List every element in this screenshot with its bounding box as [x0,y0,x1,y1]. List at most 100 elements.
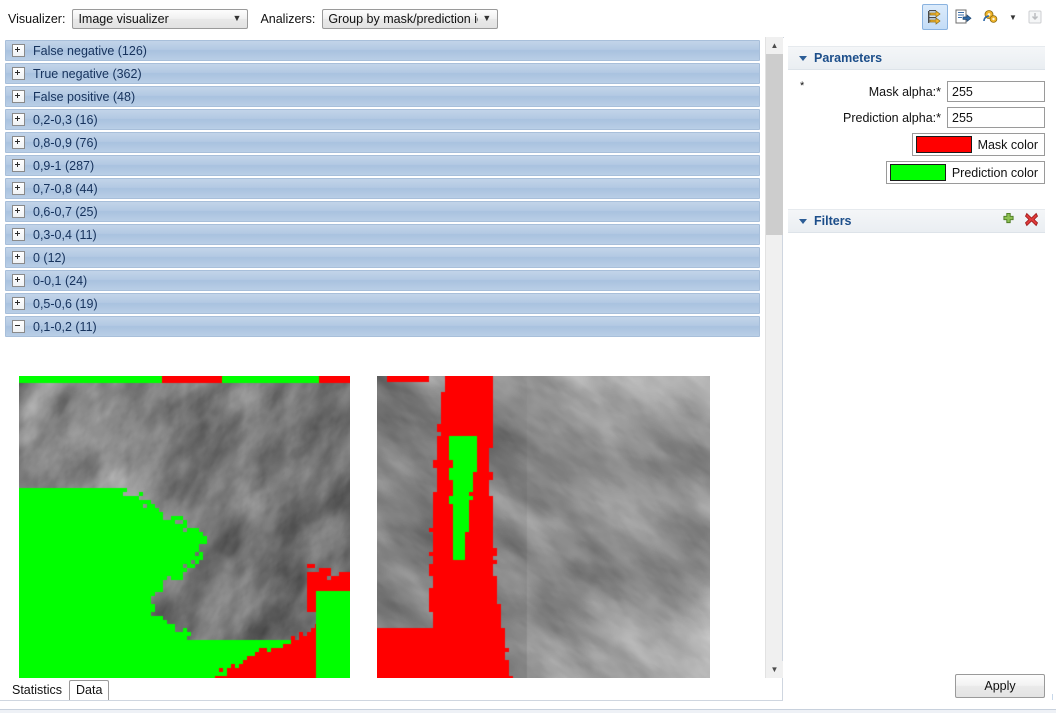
sample-image-1 [19,376,350,678]
results-pane: False negative (126) True negative (362) F… [0,37,783,679]
tree-row[interactable]: 0-0,1 (24) [5,270,760,291]
expand-icon[interactable] [12,297,25,310]
analizers-select[interactable]: Group by mask/prediction io ▼ [322,8,499,29]
tree-row-label: False positive (48) [33,89,136,104]
bottom-tabbar: Statistics Data [0,679,783,701]
mask-alpha-input[interactable] [947,81,1045,102]
tree-row[interactable]: False positive (48) [5,86,760,107]
tree-row[interactable]: 0,8-0,9 (76) [5,132,760,153]
tree-row[interactable]: 0,5-0,6 (19) [5,293,760,314]
filters-actions [1001,212,1039,227]
chevron-down-icon: ▼ [232,13,242,23]
export-report-icon [955,9,972,24]
parameters-title: Parameters [814,51,883,65]
save-to-disk-button[interactable] [1022,4,1048,30]
run-analysis-button[interactable] [978,4,1004,30]
prediction-color-button[interactable]: Prediction color [885,161,1045,184]
expand-icon[interactable] [12,251,25,264]
tree-row-label: True negative (362) [33,66,142,81]
tree-row-label: 0,6-0,7 (25) [33,204,98,219]
plus-icon [1003,212,1014,224]
list-item[interactable] [19,376,350,678]
tree-vertical-scrollbar[interactable]: ▲ ▼ [765,37,783,678]
toolbar-dropdown-button[interactable]: ▼ [1006,4,1020,30]
expand-icon[interactable] [12,228,25,241]
filters-section-header[interactable]: Filters [788,209,1045,233]
analizers-select-value: Group by mask/prediction io [328,11,479,26]
expand-icon[interactable] [12,113,25,126]
side-panel: Parameters * Mask alpha:* Prediction alp… [784,37,1056,713]
expand-icon[interactable] [12,159,25,172]
tree-row[interactable]: 0,9-1 (287) [5,155,760,176]
apply-button[interactable]: Apply [955,674,1045,698]
top-toolbar: Visualizer: Image visualizer ▼ Analizers… [0,0,1056,38]
scroll-up-arrow-icon[interactable]: ▲ [766,37,783,54]
group-tree-rows: False negative (126) True negative (362) F… [0,40,765,337]
expand-icon[interactable] [12,136,25,149]
dropdown-arrow-icon: ▼ [1009,12,1017,22]
tree-row-label: 0-0,1 (24) [33,273,88,288]
chevron-down-icon [799,55,807,61]
group-tree: False negative (126) True negative (362) F… [0,37,765,678]
expand-icon[interactable] [12,90,25,103]
parameters-body: * Mask alpha:* Prediction alpha:* Mask c… [784,81,1056,184]
mask-color-swatch [915,136,972,153]
insert-rows-icon [928,10,941,25]
prediction-alpha-label: Prediction alpha:* [843,110,941,125]
collapse-icon[interactable] [12,320,25,333]
visualizer-select[interactable]: Image visualizer ▼ [72,8,249,29]
filters-title: Filters [814,214,852,228]
tab-statistics[interactable]: Statistics [5,680,69,701]
scrollbar-thumb[interactable] [766,54,783,235]
scroll-down-arrow-icon[interactable]: ▼ [766,661,783,678]
tree-row-label: 0,9-1 (287) [33,158,95,173]
mask-color-button[interactable]: Mask color [911,133,1045,156]
add-filter-button[interactable] [1001,212,1016,227]
analizers-label: Analizers: [260,11,316,26]
mask-color-row: Mask color [784,133,1045,156]
visualizer-select-value: Image visualizer [78,11,169,26]
tree-row-label: 0,2-0,3 (16) [33,112,98,127]
toolbar-icon-group: ▼ [922,4,1048,30]
application-window: Visualizer: Image visualizer ▼ Analizers… [0,0,1056,713]
expand-icon[interactable] [12,44,25,57]
expand-icon[interactable] [12,67,25,80]
export-report-button[interactable] [950,4,976,30]
expand-icon[interactable] [12,274,25,287]
mask-alpha-row: Mask alpha:* [784,81,1045,102]
tree-row[interactable]: 0,3-0,4 (11) [5,224,760,245]
prediction-color-row: Prediction color [784,161,1045,184]
prediction-color-swatch [889,164,946,181]
list-item[interactable] [377,376,710,678]
parameters-section-header[interactable]: Parameters [788,46,1045,70]
tree-row[interactable]: False negative (126) [5,40,760,61]
thumbnail-strip [0,376,765,678]
mask-color-label: Mask color [977,137,1038,152]
mask-alpha-label: Mask alpha:* [868,84,941,99]
expand-icon[interactable] [12,205,25,218]
tree-row-label: 0,8-0,9 (76) [33,135,98,150]
tabbar-divider [0,700,783,701]
insert-rows-button[interactable] [922,4,948,30]
tree-row[interactable]: 0,6-0,7 (25) [5,201,760,222]
tree-row[interactable]: 0,1-0,2 (11) [5,316,760,337]
tab-data[interactable]: Data [69,680,110,701]
expand-icon[interactable] [12,182,25,195]
tree-row-label: 0,3-0,4 (11) [33,227,97,242]
tree-row-label: False negative (126) [33,43,147,58]
prediction-alpha-row: Prediction alpha:* [784,107,1045,128]
tree-row-label: 0,7-0,8 (44) [33,181,98,196]
prediction-color-label: Prediction color [951,165,1038,180]
prediction-alpha-input[interactable] [947,107,1045,128]
tree-row[interactable]: True negative (362) [5,63,760,84]
save-to-disk-icon [1028,10,1042,24]
tree-row[interactable]: 0 (12) [5,247,760,268]
panel-divider [1052,694,1053,700]
tree-row[interactable]: 0,7-0,8 (44) [5,178,760,199]
chevron-down-icon: ▼ [482,13,492,23]
tree-row[interactable]: 0,2-0,3 (16) [5,109,760,130]
required-asterisk: * [800,80,805,92]
delete-icon [1024,212,1039,227]
tree-row-label: 0 (12) [33,250,66,265]
remove-filter-button[interactable] [1024,212,1039,227]
